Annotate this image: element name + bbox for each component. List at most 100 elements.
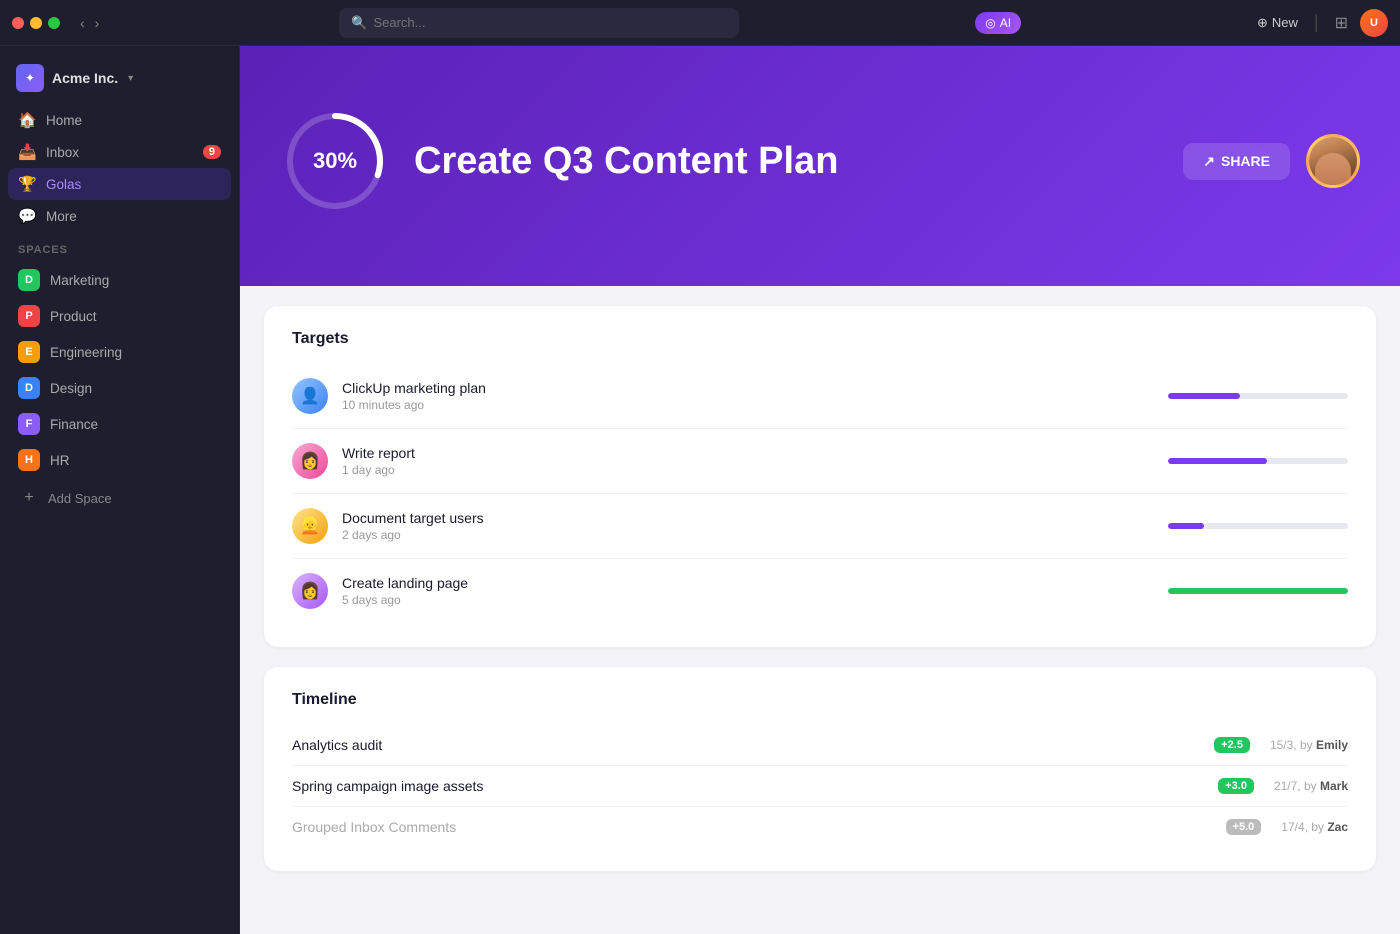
target-info-2: Write report 1 day ago	[342, 445, 1154, 477]
target-avatar-2: 👩	[292, 443, 328, 479]
space-dot-design: D	[18, 377, 40, 399]
hero-user-avatar[interactable]	[1306, 134, 1360, 188]
timeline-title: Timeline	[292, 691, 1348, 709]
close-traffic-light[interactable]	[12, 17, 24, 29]
target-time-1: 10 minutes ago	[342, 398, 1154, 412]
space-dot-engineering: E	[18, 341, 40, 363]
back-button[interactable]: ‹	[76, 13, 89, 33]
traffic-lights	[12, 17, 60, 29]
timeline-item: Grouped Inbox Comments +5.0 17/4, by Zac	[292, 807, 1348, 847]
sidebar-item-finance[interactable]: F Finance	[8, 406, 231, 442]
sidebar-item-more[interactable]: 💬 More	[8, 200, 231, 232]
timeline-item: Spring campaign image assets +3.0 21/7, …	[292, 766, 1348, 807]
timeline-meta-1: 15/3, by Emily	[1250, 738, 1348, 752]
timeline-tag-1: +2.5	[1214, 737, 1250, 753]
target-info-1: ClickUp marketing plan 10 minutes ago	[342, 380, 1154, 412]
ai-button[interactable]: ◎ AI	[975, 12, 1021, 34]
target-progress-3	[1168, 523, 1348, 529]
workspace-logo: ✦	[16, 64, 44, 92]
sidebar-item-engineering[interactable]: E Engineering	[8, 334, 231, 370]
timeline-tag-2: +3.0	[1218, 778, 1254, 794]
target-info-4: Create landing page 5 days ago	[342, 575, 1154, 607]
search-icon: 🔍	[351, 15, 367, 31]
timeline-item-name-3: Grouped Inbox Comments	[292, 819, 1218, 835]
timeline-tag-3: +5.0	[1226, 819, 1262, 835]
space-dot-marketing: D	[18, 269, 40, 291]
target-time-4: 5 days ago	[342, 593, 1154, 607]
maximize-traffic-light[interactable]	[48, 17, 60, 29]
user-avatar[interactable]: U	[1360, 9, 1388, 37]
plus-icon: +	[18, 489, 40, 507]
sidebar-item-marketing[interactable]: D Marketing	[8, 262, 231, 298]
space-dot-product: P	[18, 305, 40, 327]
timeline-item-name-1: Analytics audit	[292, 737, 1206, 753]
hero-banner: 30% Create Q3 Content Plan ↗ SHARE	[240, 46, 1400, 286]
target-item: 👩 Write report 1 day ago	[292, 429, 1348, 494]
target-item: 👩 Create landing page 5 days ago	[292, 559, 1348, 623]
sidebar-item-hr[interactable]: H HR	[8, 442, 231, 478]
home-icon: 🏠	[18, 111, 36, 129]
target-name-4: Create landing page	[342, 575, 1154, 591]
grid-icon[interactable]: ⊞	[1335, 13, 1348, 33]
target-info-3: Document target users 2 days ago	[342, 510, 1154, 542]
search-bar[interactable]: 🔍	[339, 8, 739, 38]
sidebar-item-label: Golas	[46, 177, 221, 192]
target-name-3: Document target users	[342, 510, 1154, 526]
chevron-down-icon: ▾	[128, 73, 133, 84]
ai-icon: ◎	[985, 16, 995, 30]
inbox-icon: 📥	[18, 143, 36, 161]
add-space-label: Add Space	[48, 491, 112, 506]
sidebar-item-home[interactable]: 🏠 Home	[8, 104, 231, 136]
forward-button[interactable]: ›	[91, 13, 104, 33]
timeline-item-name-2: Spring campaign image assets	[292, 778, 1210, 794]
sidebar-item-product[interactable]: P Product	[8, 298, 231, 334]
target-name-1: ClickUp marketing plan	[342, 380, 1154, 396]
timeline-card: Timeline Analytics audit +2.5 15/3, by E…	[264, 667, 1376, 871]
space-label-engineering: Engineering	[50, 345, 122, 360]
sidebar-item-inbox[interactable]: 📥 Inbox 9	[8, 136, 231, 168]
targets-title: Targets	[292, 330, 1348, 348]
workspace-name: Acme Inc.	[52, 70, 118, 86]
share-button[interactable]: ↗ SHARE	[1183, 143, 1290, 180]
share-icon: ↗	[1203, 153, 1215, 170]
target-progress-1	[1168, 393, 1348, 399]
spaces-header: Spaces	[0, 232, 239, 262]
timeline-meta-3: 17/4, by Zac	[1261, 820, 1348, 834]
more-icon: 💬	[18, 207, 36, 225]
topbar-right: ⊕ New | ⊞ U	[1257, 9, 1388, 37]
topbar: ‹ › 🔍 ◎ AI ⊕ New | ⊞ U	[0, 0, 1400, 46]
targets-card: Targets 👤 ClickUp marketing plan 10 minu…	[264, 306, 1376, 647]
minimize-traffic-light[interactable]	[30, 17, 42, 29]
space-label-finance: Finance	[50, 417, 98, 432]
space-dot-finance: F	[18, 413, 40, 435]
target-progress-4	[1168, 588, 1348, 594]
sidebar-item-design[interactable]: D Design	[8, 370, 231, 406]
space-label-hr: HR	[50, 453, 70, 468]
space-label-marketing: Marketing	[50, 273, 109, 288]
cards-container: Targets 👤 ClickUp marketing plan 10 minu…	[240, 286, 1400, 934]
sidebar-item-label: Inbox	[46, 145, 193, 160]
target-time-2: 1 day ago	[342, 463, 1154, 477]
target-item: 👱 Document target users 2 days ago	[292, 494, 1348, 559]
target-name-2: Write report	[342, 445, 1154, 461]
avatar-image	[1309, 137, 1357, 185]
sidebar-item-goals[interactable]: 🏆 Golas	[8, 168, 231, 200]
timeline-meta-2: 21/7, by Mark	[1254, 779, 1348, 793]
avatar-face	[1315, 153, 1351, 185]
space-dot-hr: H	[18, 449, 40, 471]
add-space-button[interactable]: + Add Space	[8, 482, 231, 514]
target-time-3: 2 days ago	[342, 528, 1154, 542]
progress-percent: 30%	[313, 148, 357, 174]
target-avatar-4: 👩	[292, 573, 328, 609]
sidebar: ✦ Acme Inc. ▾ 🏠 Home 📥 Inbox 9 🏆 Golas 💬…	[0, 46, 240, 934]
content-area: 30% Create Q3 Content Plan ↗ SHARE Targe…	[240, 46, 1400, 934]
progress-ring: 30%	[280, 106, 390, 216]
sidebar-item-label: Home	[46, 113, 221, 128]
inbox-badge: 9	[203, 145, 221, 159]
new-button[interactable]: ⊕ New	[1257, 15, 1298, 31]
hero-title: Create Q3 Content Plan	[414, 140, 1159, 183]
ai-label: AI	[1000, 16, 1011, 30]
search-input[interactable]	[373, 15, 727, 30]
space-label-product: Product	[50, 309, 97, 324]
workspace-header[interactable]: ✦ Acme Inc. ▾	[0, 58, 239, 104]
